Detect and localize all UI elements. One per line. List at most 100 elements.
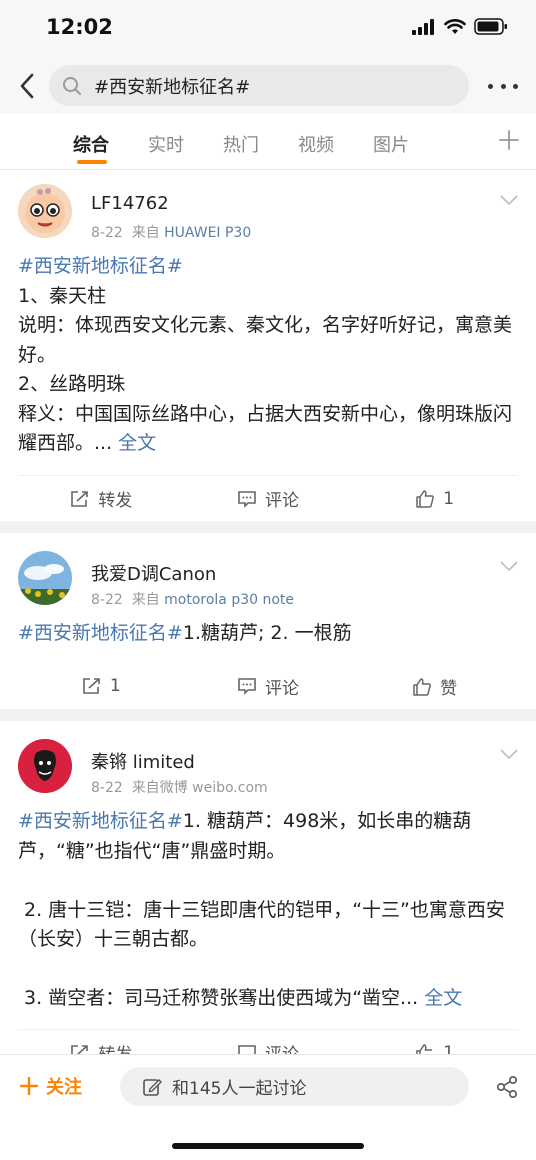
post-source-prefix: 来自 [131,225,160,241]
post-source-prefix: 来自微博 [131,780,188,796]
comment-label: 评论 [265,678,299,699]
thumbs-up-icon [416,1044,433,1054]
status-bar: 12:02 [0,0,536,58]
tab-comprehensive[interactable]: 综合 [73,131,109,157]
avatar[interactable] [18,551,72,605]
repost-label: 转发 [98,1040,132,1054]
comment-icon [238,678,256,695]
comment-label: 评论 [265,491,299,511]
more-dot-icon [488,83,493,89]
like-button[interactable]: 赞 [351,663,518,709]
tab-realtime[interactable]: 实时 [148,131,184,157]
post-divider [0,709,536,721]
post-text: 1. 糖葫芦：498米，如长串的糖葫芦，“糖”也指代“唐”鼎盛时期。 2. 唐十… [18,810,505,1009]
active-tab-indicator [77,160,107,164]
comment-button[interactable]: 评论 [185,1030,352,1054]
like-label: 赞 [440,678,458,699]
thumbs-up-icon [413,677,432,696]
battery-icon [474,18,507,35]
post-actions: 转发 评论 1 [18,1029,518,1054]
post-body: #西安新地标征名# 1、秦天柱 说明：体现西安文化元素、秦文化，名字好听好记，寓… [18,252,518,459]
tab-bar: 综合 实时 热门 视频 图片 [0,114,536,170]
like-count: 1 [443,1042,455,1055]
post-meta: 8-22 来自 motorola p30 note [91,589,294,609]
post-actions: 转发 评论 1 [18,475,518,521]
logo-avatar-icon [18,739,72,793]
chevron-down-icon[interactable] [500,194,518,206]
tab-hot[interactable]: 热门 [223,131,259,157]
more-dot-icon [513,83,518,89]
follow-button[interactable]: 关注 [20,1073,82,1099]
tab-images[interactable]: 图片 [373,131,409,157]
post-actions: 1 评论 赞 [18,663,518,709]
plus-icon [20,1077,38,1095]
post-text: 1、秦天柱 说明：体现西安文化元素、秦文化，名字好听好记，寓意美好。 2、丝路明… [18,284,513,455]
feed-post: 秦锵 limited 8-22 来自微博 weibo.com #西安新地标征名#… [0,721,536,1054]
post-source[interactable]: HUAWEI P30 [164,225,251,241]
plus-icon[interactable] [498,129,520,151]
chevron-down-icon[interactable] [500,748,518,760]
post-username[interactable]: LF14762 [91,193,169,214]
repost-label: 转发 [98,491,133,511]
post-username[interactable]: 我爱D调Canon [91,560,216,586]
search-input[interactable]: #西安新地标征名# [49,65,469,106]
like-button[interactable]: 1 [351,1030,518,1054]
read-more-link[interactable]: 全文 [424,987,462,1009]
status-time: 12:02 [46,15,113,39]
signal-icon [412,18,434,35]
more-dot-icon [500,83,506,89]
post-body: #西安新地标征名#1. 糖葫芦：498米，如长串的糖葫芦，“糖”也指代“唐”鼎盛… [18,807,518,1014]
follow-label: 关注 [46,1077,82,1098]
back-button[interactable] [12,70,42,102]
comment-icon [238,1044,256,1054]
home-indicator [172,1143,364,1149]
repost-button[interactable]: 转发 [18,1030,185,1054]
like-button[interactable]: 1 [351,476,518,521]
search-icon [62,75,84,97]
discuss-label: 和145人一起讨论 [172,1079,307,1099]
repost-count: 1 [109,676,121,696]
post-date: 8-22 [91,592,123,608]
chevron-down-icon[interactable] [500,560,518,572]
post-date: 8-22 [91,780,123,796]
cartoon-face-icon [18,184,72,238]
post-source[interactable]: weibo.com [192,780,268,796]
post-source[interactable]: motorola p30 note [164,592,294,608]
discuss-input[interactable]: 和145人一起讨论 [120,1067,469,1106]
comment-label: 评论 [265,1040,299,1054]
comment-button[interactable]: 评论 [185,476,352,521]
post-meta: 8-22 来自微博 weibo.com [91,777,268,797]
repost-icon [71,490,89,507]
chevron-left-icon [20,73,34,99]
post-username[interactable]: 秦锵 limited [91,748,195,774]
topic-link[interactable]: #西安新地标征名# [18,622,183,644]
read-more-link[interactable]: 全文 [118,432,156,454]
post-divider [0,521,536,533]
repost-button[interactable]: 1 [18,663,185,709]
post-body: #西安新地标征名#1.糖葫芦; 2. 一根筋 [18,619,518,649]
post-meta: 8-22 来自 HUAWEI P30 [91,222,251,242]
tab-video[interactable]: 视频 [298,131,334,157]
comment-icon [238,490,256,508]
more-options-button[interactable] [488,76,518,96]
topic-link[interactable]: #西安新地标征名# [18,255,183,277]
repost-icon [71,1044,89,1054]
search-header: #西安新地标征名# [0,58,536,114]
bottom-bar: 关注 和145人一起讨论 [0,1054,536,1160]
topic-link[interactable]: #西安新地标征名# [18,810,183,832]
share-icon[interactable] [495,1075,519,1099]
wifi-icon [444,18,466,34]
avatar[interactable] [18,739,72,793]
like-count: 1 [443,488,455,509]
avatar[interactable] [18,184,72,238]
landscape-avatar-icon [18,551,72,605]
feed-post: LF14762 8-22 来自 HUAWEI P30 #西安新地标征名# 1、秦… [0,171,536,521]
thumbs-up-icon [416,490,435,508]
feed-post: 我爱D调Canon 8-22 来自 motorola p30 note #西安新… [0,533,536,709]
search-query: #西安新地标征名# [94,76,251,98]
post-date: 8-22 [91,225,123,241]
repost-button[interactable]: 转发 [18,476,185,521]
post-source-prefix: 来自 [131,592,160,608]
comment-button[interactable]: 评论 [185,663,352,709]
repost-icon [83,678,100,694]
